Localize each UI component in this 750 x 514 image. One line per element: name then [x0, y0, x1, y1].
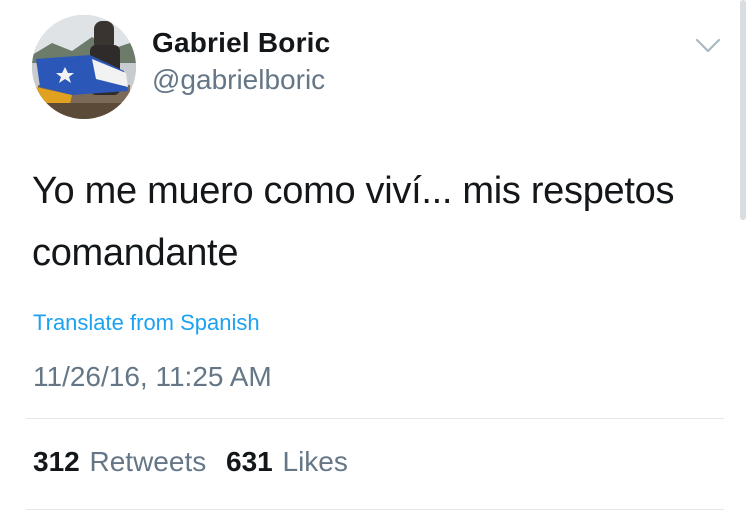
scrollbar[interactable]: [740, 0, 746, 220]
engagement-stats: 312 Retweets 631 Likes: [33, 446, 360, 478]
likes-label: Likes: [282, 446, 348, 477]
likes-stat[interactable]: 631 Likes: [226, 446, 348, 478]
chevron-down-icon[interactable]: [693, 34, 723, 56]
timestamp[interactable]: 11/26/16, 11:25 AM: [33, 361, 272, 393]
tweet-card: Gabriel Boric @gabrielboric Yo me muero …: [0, 0, 750, 514]
retweets-label: Retweets: [89, 446, 207, 477]
retweets-stat[interactable]: 312 Retweets: [33, 446, 206, 478]
translate-link[interactable]: Translate from Spanish: [33, 310, 260, 336]
display-name[interactable]: Gabriel Boric: [152, 27, 330, 59]
tweet-text: Yo me muero como viví... mis respetos co…: [32, 170, 675, 274]
likes-count: 631: [226, 446, 273, 477]
avatar[interactable]: [32, 15, 136, 119]
avatar-image: [32, 15, 136, 119]
divider: [26, 418, 724, 419]
retweets-count: 312: [33, 446, 80, 477]
user-handle[interactable]: @gabrielboric: [152, 64, 325, 96]
divider: [26, 509, 724, 510]
